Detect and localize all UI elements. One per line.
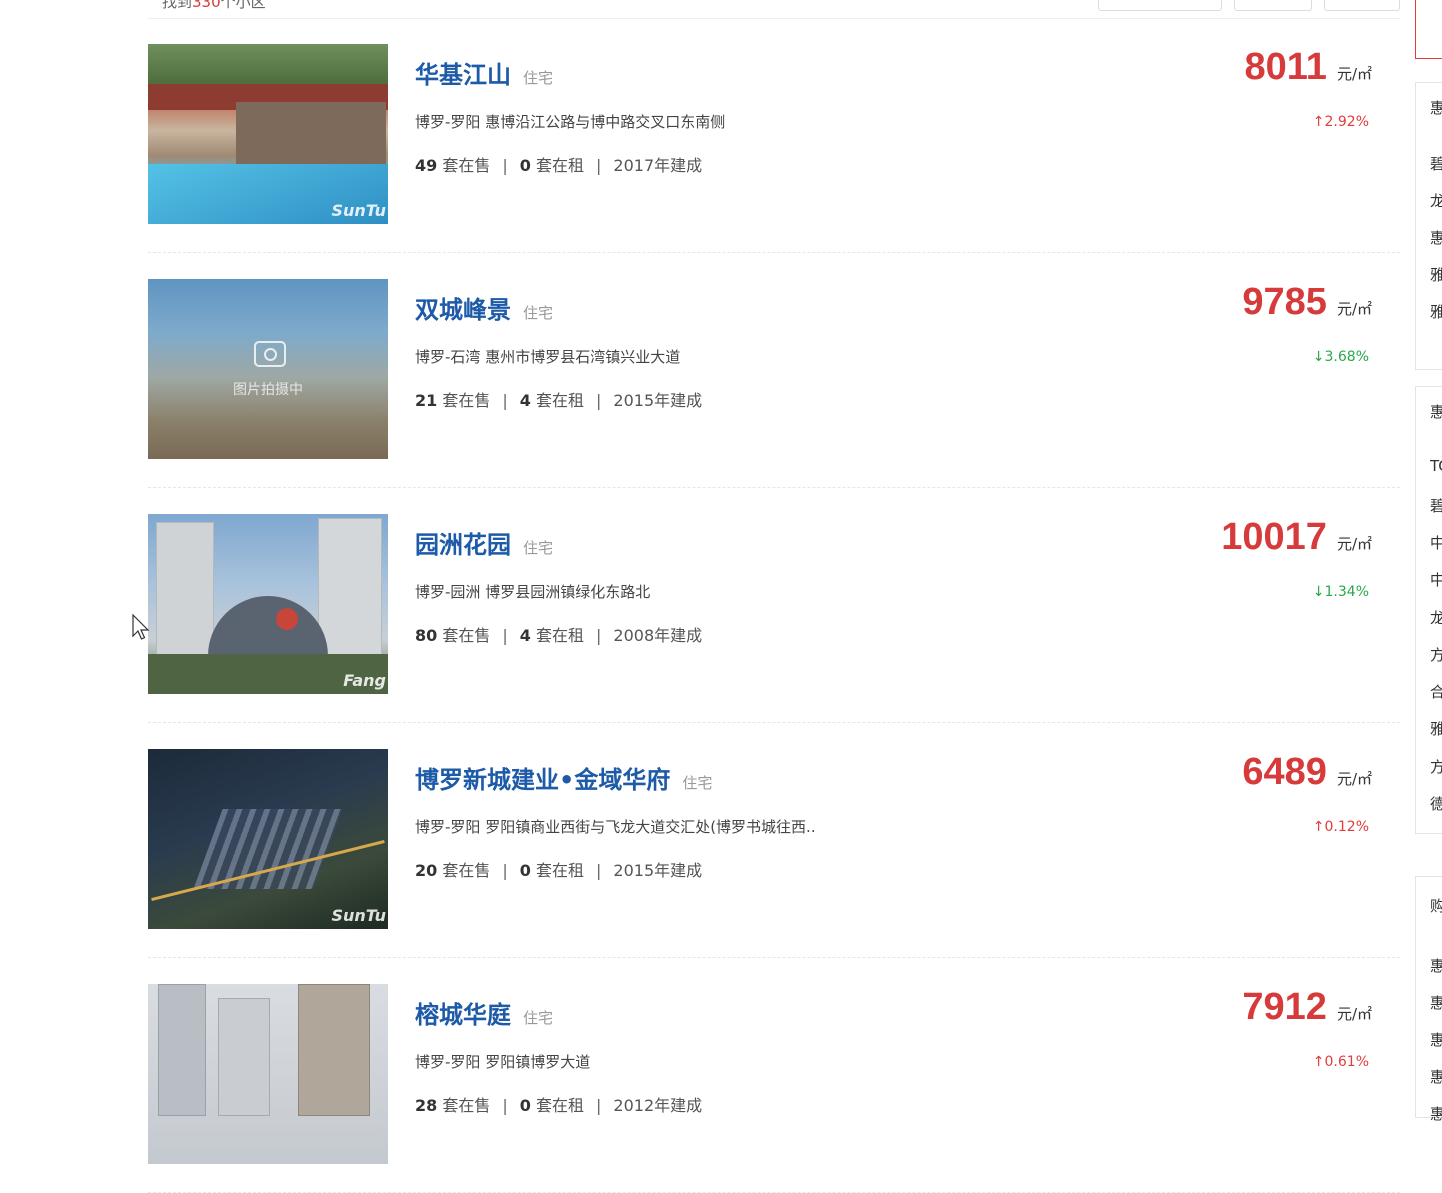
avg-price: 9785 元/㎡ [1242,281,1372,323]
sidebar-link[interactable]: 中 [1430,569,1442,590]
property-type: 住宅 [523,69,554,87]
community-stats: 49 套在售 | 0 套在租 | 2017年建成 [415,156,703,175]
community-address: 博罗-罗阳 罗阳镇博罗大道 [415,1053,591,1071]
sidebar-action-box[interactable] [1415,0,1442,59]
sort-button-1[interactable] [1098,0,1222,11]
arrow-up-icon: ↑ [1312,114,1325,130]
avg-price: 7912 元/㎡ [1242,986,1372,1028]
property-type: 住宅 [523,1009,554,1027]
watermark-logo: SunTu [331,201,386,220]
photo-placeholder-caption: 图片拍摄中 [233,382,303,398]
list-item: SunTu 博罗新城建业•金域华府 住宅 博罗-罗阳 罗阳镇商业西街与飞龙大道交汇… [148,723,1400,958]
sidebar-link[interactable]: 龙 [1430,190,1442,211]
arrow-down-icon: ↓ [1312,584,1325,600]
list-item: 榕城华庭 住宅 博罗-罗阳 罗阳镇博罗大道 28 套在售 | 0 套在租 | 2012年建… [148,958,1400,1193]
community-address: 博罗-石湾 惠州市博罗县石湾镇兴业大道 [415,348,681,366]
community-name-link[interactable]: 博罗新城建业•金域华府 住宅 [415,760,712,795]
sidebar-link[interactable]: 惠 [1430,992,1442,1013]
sidebar-link[interactable]: 惠 [1430,1103,1442,1124]
community-photo[interactable]: SunTu [148,44,388,224]
sort-button-2[interactable] [1234,0,1312,11]
community-photo[interactable]: 图片拍摄中 [148,279,388,459]
list-item: SunTu 华基江山 住宅 博罗-罗阳 惠博沿江公路与博中路交叉口东南侧 49 套… [148,18,1400,253]
avg-price: 8011 元/㎡ [1244,46,1372,88]
property-type: 住宅 [523,539,554,557]
sidebar-link[interactable]: 惠 [1430,955,1442,976]
price-change: ↓3.68% [1312,349,1369,365]
community-stats: 20 套在售 | 0 套在租 | 2015年建成 [415,861,703,880]
community-stats: 21 套在售 | 4 套在租 | 2015年建成 [415,391,703,410]
results-count: 找到330个小区 [162,0,266,11]
price-change: ↑0.12% [1312,819,1369,835]
sidebar-box-title: 购 [1430,897,1442,915]
community-photo[interactable] [148,984,388,1164]
sidebar-link[interactable]: 惠 [1430,1029,1442,1050]
sidebar-link[interactable]: 雅 [1430,264,1442,285]
community-address: 博罗-罗阳 罗阳镇商业西街与飞龙大道交汇处(博罗书城往西.. [415,818,816,836]
sidebar-link[interactable]: TC [1430,457,1442,475]
community-address: 博罗-罗阳 惠博沿江公路与博中路交叉口东南侧 [415,113,726,131]
sidebar-link[interactable]: 惠 [1430,1066,1442,1087]
community-address: 博罗-园洲 博罗县园洲镇绿化东路北 [415,583,651,601]
price-change: ↓1.34% [1312,584,1369,600]
watermark-logo: Fang [343,671,386,690]
price-change: ↑0.61% [1312,1054,1369,1070]
arrow-up-icon: ↑ [1312,1054,1325,1070]
camera-icon [254,341,286,367]
sidebar-link[interactable]: 方 [1430,756,1442,777]
community-list: SunTu 华基江山 住宅 博罗-罗阳 惠博沿江公路与博中路交叉口东南侧 49 套… [148,18,1400,1193]
sidebar-box-title: 惠 [1430,403,1442,421]
sidebar-link[interactable]: 雅 [1430,718,1442,739]
sidebar-box-3: 购 惠 惠 惠 惠 惠 [1415,876,1442,1123]
sort-button-3[interactable] [1324,0,1400,11]
arrow-up-icon: ↑ [1312,819,1325,835]
sidebar-link[interactable]: 碧 [1430,495,1442,516]
sidebar-box-title: 惠 [1430,99,1442,117]
sidebar-link[interactable]: 雅 [1430,301,1442,322]
property-type: 住宅 [523,304,554,322]
list-item: Fang 园洲花园 住宅 博罗-园洲 博罗县园洲镇绿化东路北 80 套在售 | 4 套… [148,488,1400,723]
results-header: 找到330个小区 [148,0,1400,19]
sidebar-link[interactable]: 德 [1430,793,1442,814]
community-name-link[interactable]: 华基江山 住宅 [415,55,553,90]
community-photo[interactable]: Fang [148,514,388,694]
avg-price: 6489 元/㎡ [1242,751,1372,793]
community-name-link[interactable]: 榕城华庭 住宅 [415,995,553,1030]
mouse-cursor-icon [132,614,150,640]
avg-price: 10017 元/㎡ [1221,516,1372,558]
community-name-link[interactable]: 双城峰景 住宅 [415,290,553,325]
sidebar-link[interactable]: 碧 [1430,153,1442,174]
right-sidebar: 惠 碧 龙 惠 雅 雅 惠 TC 碧 中 中 龙 方 合 雅 方 德 购 惠 惠… [1415,0,1442,1123]
sidebar-link[interactable]: 中 [1430,532,1442,553]
price-change: ↑2.92% [1312,114,1369,130]
sidebar-box-2: 惠 TC 碧 中 中 龙 方 合 雅 方 德 [1415,386,1442,834]
sidebar-box-1: 惠 碧 龙 惠 雅 雅 [1415,82,1442,370]
community-stats: 28 套在售 | 0 套在租 | 2012年建成 [415,1096,703,1115]
list-item: 图片拍摄中 双城峰景 住宅 博罗-石湾 惠州市博罗县石湾镇兴业大道 21 套在售 |… [148,253,1400,488]
sidebar-link[interactable]: 合 [1430,681,1442,702]
watermark-logo: SunTu [331,906,386,925]
community-photo[interactable]: SunTu [148,749,388,929]
sidebar-link[interactable]: 龙 [1430,607,1442,628]
sidebar-link[interactable]: 惠 [1430,227,1442,248]
community-name-link[interactable]: 园洲花园 住宅 [415,525,553,560]
sidebar-link[interactable]: 方 [1430,644,1442,665]
community-stats: 80 套在售 | 4 套在租 | 2008年建成 [415,626,703,645]
property-type: 住宅 [682,774,713,792]
arrow-down-icon: ↓ [1312,349,1325,365]
